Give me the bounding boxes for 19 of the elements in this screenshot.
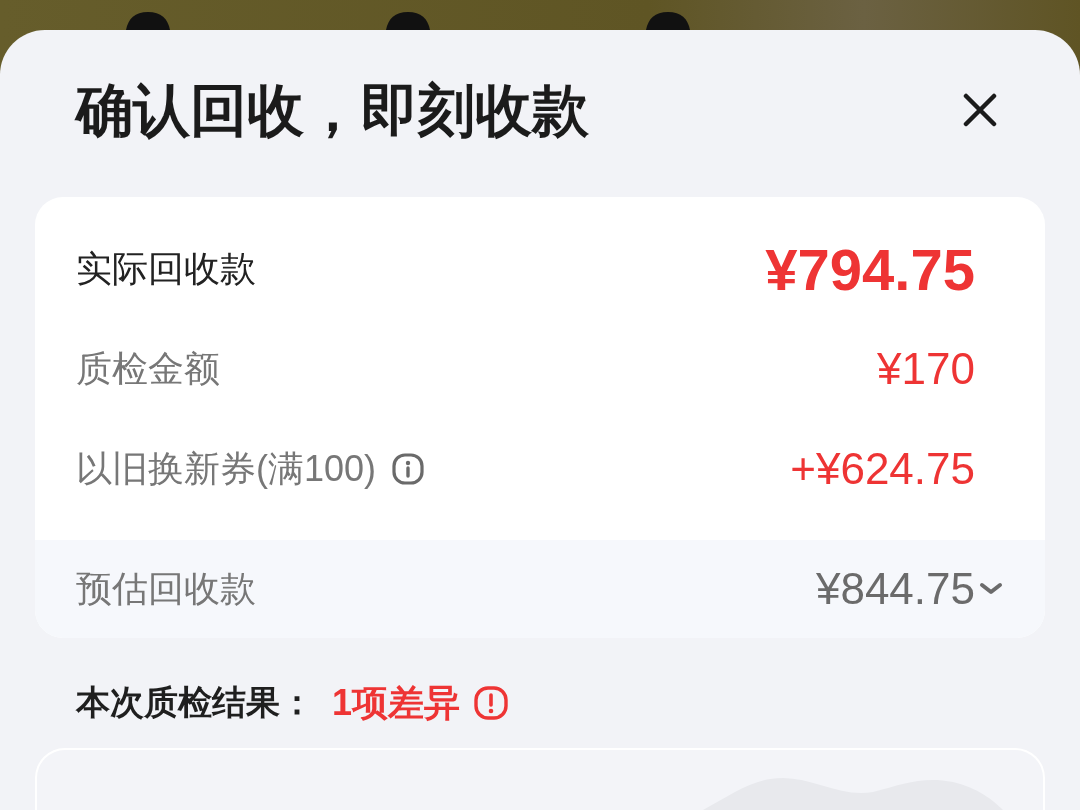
estimate-row[interactable]: 预估回收款 ¥844.75 xyxy=(35,540,1045,638)
dome-icon xyxy=(646,12,690,30)
close-button[interactable] xyxy=(963,93,997,127)
estimate-amount: ¥844.75 xyxy=(815,564,975,614)
row-amount: ¥170 xyxy=(877,344,975,394)
estimate-label: 预估回收款 xyxy=(76,566,256,611)
sheet-title: 确认回收，即刻收款 xyxy=(76,80,589,140)
info-icon[interactable] xyxy=(392,453,425,485)
row-amount: ¥794.75 xyxy=(765,235,975,303)
alert-icon[interactable] xyxy=(474,686,509,720)
close-icon xyxy=(963,93,997,127)
inspection-result: 1项差异 xyxy=(332,680,461,725)
row-amount: +¥624.75 xyxy=(790,444,975,494)
row-label: 实际回收款 xyxy=(76,246,256,291)
row-label: 质检金额 xyxy=(76,346,220,391)
dome-icon xyxy=(386,12,430,30)
dome-icon xyxy=(126,12,170,30)
inspection-label: 本次质检结果： xyxy=(76,682,314,723)
row-label: 以旧换新券(满100) xyxy=(76,446,377,491)
